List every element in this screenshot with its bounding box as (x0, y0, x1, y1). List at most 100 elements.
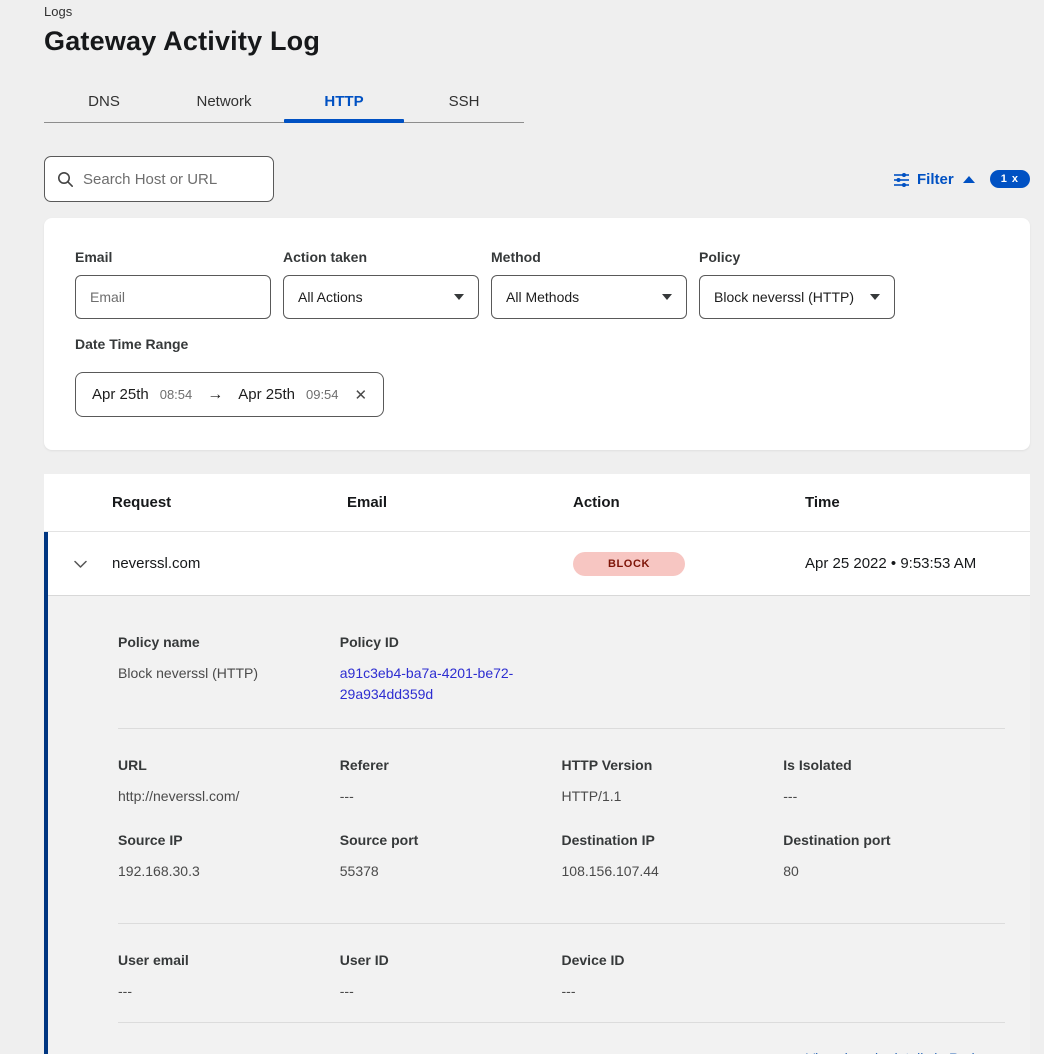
filter-sliders-icon (893, 172, 910, 187)
view-domain-in-radar-link[interactable]: View domain details in Radar → (806, 1050, 1005, 1054)
detail-field-is-isolated: Is Isolated --- (783, 757, 1005, 807)
date-range-picker[interactable]: Apr 25th 08:54 → Apr 25th 09:54 ✕ (75, 372, 384, 417)
filter-panel: Email Action taken All Actions Method Al… (44, 218, 1030, 450)
collapse-row-chevron-icon[interactable] (74, 560, 87, 568)
clear-date-range-icon[interactable]: ✕ (355, 386, 368, 404)
row-time-value: Apr 25 2022 • 9:53:53 AM (805, 555, 1030, 572)
method-filter-label: Method (491, 249, 687, 265)
http-version-value: HTTP/1.1 (562, 786, 768, 807)
tab-dns[interactable]: DNS (44, 81, 164, 122)
method-select[interactable]: All Methods (491, 275, 687, 319)
column-header-email: Email (347, 494, 573, 511)
destination-ip-value: 108.156.107.44 (562, 861, 768, 882)
detail-field-user-email: User email --- (118, 952, 340, 1002)
filter-field-action-taken: Action taken All Actions (283, 249, 479, 319)
destination-port-value: 80 (783, 861, 989, 882)
arrow-right-icon: → (203, 386, 227, 404)
action-taken-filter-label: Action taken (283, 249, 479, 265)
block-status-badge: BLOCK (573, 552, 685, 576)
activity-log-table: Request Email Action Time neverssl.com B… (44, 474, 1030, 1054)
end-time[interactable]: 09:54 (306, 387, 339, 402)
policy-name-label: Policy name (118, 634, 324, 650)
email-filter-label: Email (75, 249, 271, 265)
filter-toggle[interactable]: Filter 1 x (893, 170, 1030, 188)
detail-field-user-id: User ID --- (340, 952, 562, 1002)
referer-label: Referer (340, 757, 546, 773)
device-id-label: Device ID (562, 952, 768, 968)
filter-field-email: Email (75, 249, 271, 319)
user-id-value: --- (340, 981, 546, 1002)
filter-label: Filter (917, 171, 954, 188)
chevron-down-icon (454, 294, 464, 300)
expanded-row-container: neverssl.com BLOCK Apr 25 2022 • 9:53:53… (44, 532, 1030, 1054)
source-port-value: 55378 (340, 861, 546, 882)
detail-field-destination-port: Destination port 80 (783, 832, 1005, 882)
policy-select[interactable]: Block neverssl (HTTP) (699, 275, 895, 319)
method-selected-value: All Methods (506, 289, 579, 305)
detail-policy-section: Policy name Block neverssl (HTTP) Policy… (118, 634, 1005, 729)
breadcrumb[interactable]: Logs (44, 0, 1030, 19)
policy-name-value: Block neverssl (HTTP) (118, 663, 324, 684)
tab-bar: DNS Network HTTP SSH (44, 81, 524, 123)
toolbar: Filter 1 x (44, 156, 1030, 202)
email-filter-input[interactable] (75, 275, 271, 319)
filter-count-badge[interactable]: 1 x (990, 170, 1030, 188)
source-port-label: Source port (340, 832, 546, 848)
detail-field-source-port: Source port 55378 (340, 832, 562, 882)
detail-field-destination-ip: Destination IP 108.156.107.44 (562, 832, 784, 882)
policy-id-label: Policy ID (340, 634, 546, 650)
policy-selected-value: Block neverssl (HTTP) (714, 289, 854, 305)
detail-empty-cell (783, 952, 1005, 1002)
user-email-label: User email (118, 952, 324, 968)
policy-id-link[interactable]: a91c3eb4-ba7a-4201-be72-29a934dd359d (340, 663, 535, 705)
radar-link-row: View domain details in Radar → (118, 1023, 1005, 1054)
chevron-down-icon (662, 294, 672, 300)
tab-network[interactable]: Network (164, 81, 284, 122)
user-email-value: --- (118, 981, 324, 1002)
destination-port-label: Destination port (783, 832, 989, 848)
start-time[interactable]: 08:54 (160, 387, 193, 402)
detail-field-referer: Referer --- (340, 757, 562, 807)
detail-field-policy-name: Policy name Block neverssl (HTTP) (118, 634, 340, 705)
end-date[interactable]: Apr 25th (238, 386, 295, 403)
start-date[interactable]: Apr 25th (92, 386, 149, 403)
chevron-up-icon (963, 176, 975, 183)
row-request-value: neverssl.com (112, 555, 347, 572)
detail-field-source-ip: Source IP 192.168.30.3 (118, 832, 340, 882)
table-header-row: Request Email Action Time (44, 474, 1030, 532)
policy-filter-label: Policy (699, 249, 895, 265)
date-range-label: Date Time Range (75, 336, 999, 352)
column-header-time: Time (805, 494, 1030, 511)
url-value: http://neverssl.com/ (118, 786, 324, 807)
detail-field-device-id: Device ID --- (562, 952, 784, 1002)
http-version-label: HTTP Version (562, 757, 768, 773)
device-id-value: --- (562, 981, 768, 1002)
table-row[interactable]: neverssl.com BLOCK Apr 25 2022 • 9:53:53… (48, 532, 1030, 595)
search-input[interactable] (83, 171, 261, 188)
action-taken-select[interactable]: All Actions (283, 275, 479, 319)
user-id-label: User ID (340, 952, 546, 968)
detail-user-section: User email --- User ID --- Device ID --- (118, 924, 1005, 1023)
search-box (44, 156, 274, 202)
referer-value: --- (340, 786, 546, 807)
detail-field-policy-id: Policy ID a91c3eb4-ba7a-4201-be72-29a934… (340, 634, 562, 705)
is-isolated-value: --- (783, 786, 989, 807)
chevron-down-icon (870, 294, 880, 300)
source-ip-label: Source IP (118, 832, 324, 848)
tab-ssh[interactable]: SSH (404, 81, 524, 122)
gateway-activity-log-page: Logs Gateway Activity Log DNS Network HT… (44, 0, 1030, 1054)
detail-field-http-version: HTTP Version HTTP/1.1 (562, 757, 784, 807)
url-label: URL (118, 757, 324, 773)
column-header-request: Request (112, 494, 347, 511)
filter-field-policy: Policy Block neverssl (HTTP) (699, 249, 895, 319)
detail-http-section: URL http://neverssl.com/ Referer --- HTT… (118, 729, 1005, 924)
is-isolated-label: Is Isolated (783, 757, 989, 773)
source-ip-value: 192.168.30.3 (118, 861, 324, 882)
tab-http[interactable]: HTTP (284, 81, 404, 122)
column-header-action: Action (573, 494, 805, 511)
row-detail-panel: Policy name Block neverssl (HTTP) Policy… (48, 595, 1030, 1054)
detail-field-url: URL http://neverssl.com/ (118, 757, 340, 807)
filter-field-date-range: Date Time Range Apr 25th 08:54 → Apr 25t… (75, 336, 999, 417)
page-title: Gateway Activity Log (44, 26, 1030, 57)
filter-field-method: Method All Methods (491, 249, 687, 319)
